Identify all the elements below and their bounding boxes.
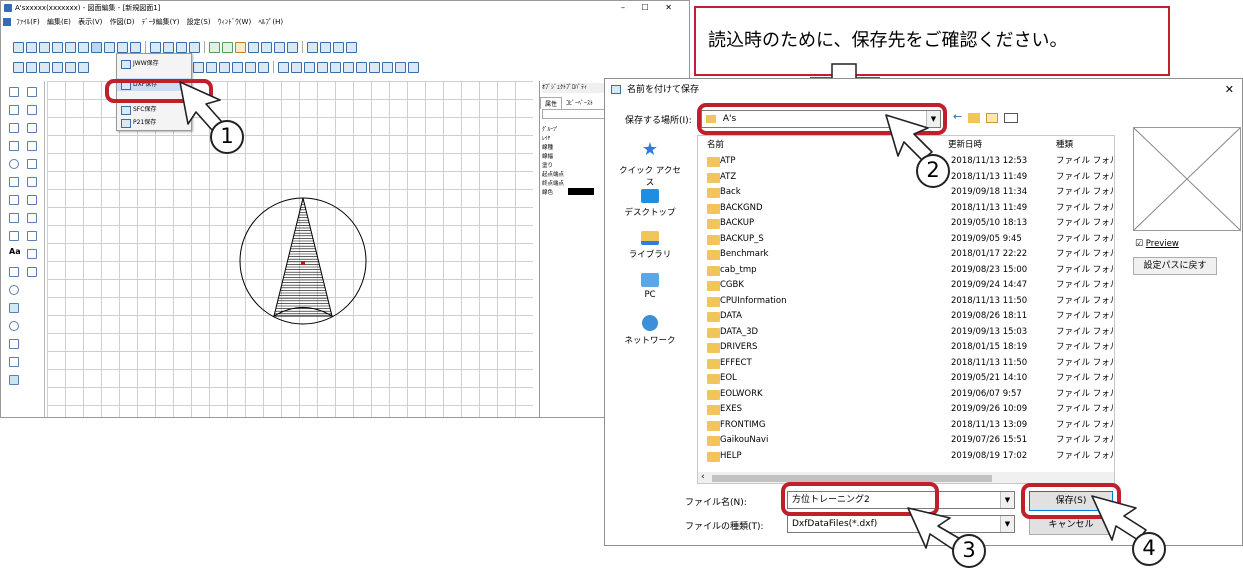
- step-3-circle: 3: [952, 534, 986, 568]
- annotation-arrows: [179, 81, 1147, 551]
- pointer-arrow-2: [885, 114, 933, 161]
- step-4-circle: 4: [1132, 532, 1166, 566]
- step-1-circle: 1: [210, 120, 244, 154]
- step-2-circle: 2: [916, 154, 950, 188]
- pointer-arrow-4: [1091, 495, 1147, 541]
